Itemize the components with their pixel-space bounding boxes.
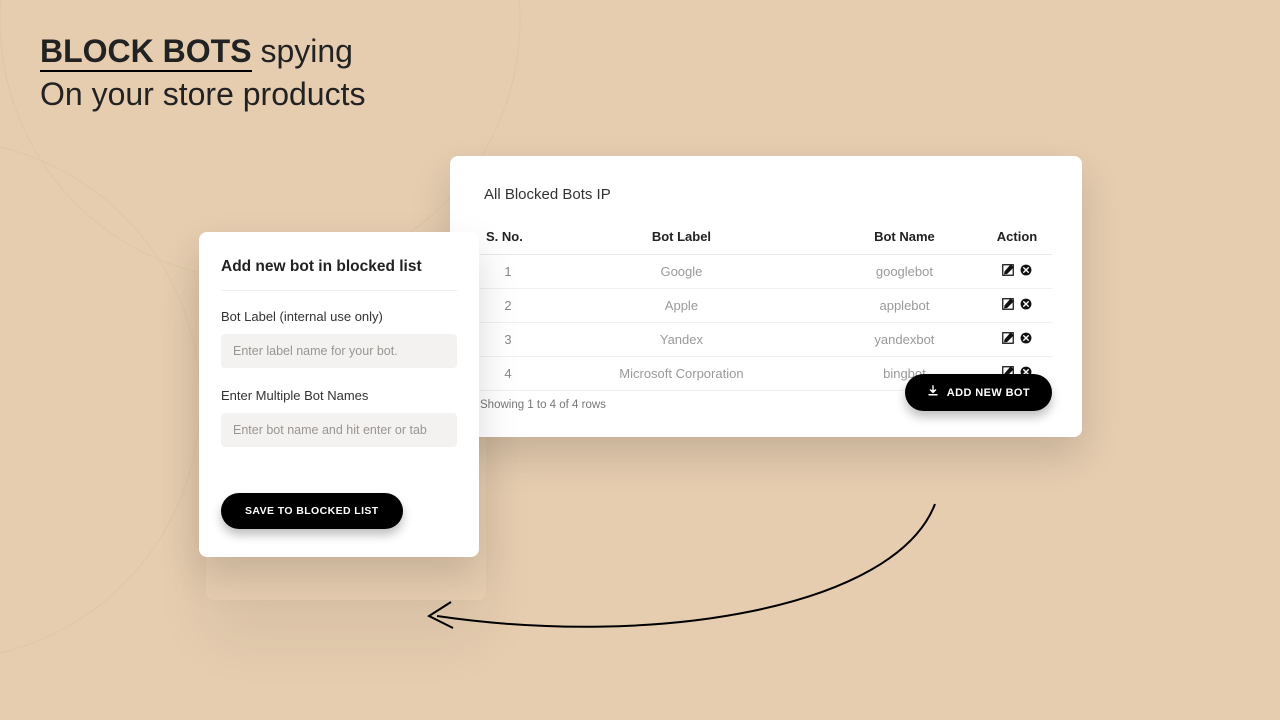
cell-actions <box>982 289 1052 323</box>
col-bot-label: Bot Label <box>536 221 827 255</box>
col-action: Action <box>982 221 1052 255</box>
form-title: Add new bot in blocked list <box>221 258 457 291</box>
cell-sno: 3 <box>480 323 536 357</box>
col-bot-name: Bot Name <box>827 221 982 255</box>
bot-names-label: Enter Multiple Bot Names <box>221 388 457 403</box>
list-title: All Blocked Bots IP <box>484 186 1052 203</box>
add-new-bot-button[interactable]: ADD NEW BOT <box>905 374 1052 411</box>
col-sno: S. No. <box>480 221 536 255</box>
cell-actions <box>982 255 1052 289</box>
cell-bot-name: googlebot <box>827 255 982 289</box>
edit-icon[interactable] <box>1001 331 1015 345</box>
download-icon <box>927 385 939 400</box>
save-to-blocked-list-button[interactable]: SAVE TO BLOCKED LIST <box>221 493 403 529</box>
headline-rest: spying <box>252 33 353 69</box>
edit-icon[interactable] <box>1001 263 1015 277</box>
table-row: 1Googlegooglebot <box>480 255 1052 289</box>
save-button-label: SAVE TO BLOCKED LIST <box>245 505 379 517</box>
headline-bold: BLOCK BOTS <box>40 33 252 72</box>
bot-names-input[interactable] <box>221 413 457 447</box>
pointer-arrow <box>415 498 975 658</box>
delete-icon[interactable] <box>1019 263 1033 277</box>
cell-sno: 4 <box>480 357 536 391</box>
cell-bot-label: Google <box>536 255 827 289</box>
cell-bot-label: Apple <box>536 289 827 323</box>
cell-sno: 1 <box>480 255 536 289</box>
cell-bot-name: yandexbot <box>827 323 982 357</box>
bot-label-label: Bot Label (internal use only) <box>221 309 457 324</box>
delete-icon[interactable] <box>1019 331 1033 345</box>
edit-icon[interactable] <box>1001 297 1015 311</box>
add-bot-form-card: Add new bot in blocked list Bot Label (i… <box>199 232 479 557</box>
blocked-bots-list-card: All Blocked Bots IP S. No. Bot Label Bot… <box>450 156 1082 437</box>
cell-bot-label: Microsoft Corporation <box>536 357 827 391</box>
cell-bot-name: applebot <box>827 289 982 323</box>
cell-sno: 2 <box>480 289 536 323</box>
add-new-bot-label: ADD NEW BOT <box>947 387 1030 399</box>
blocked-bots-table: S. No. Bot Label Bot Name Action 1Google… <box>480 221 1052 391</box>
bot-label-input[interactable] <box>221 334 457 368</box>
cell-bot-label: Yandex <box>536 323 827 357</box>
table-row: 2Appleapplebot <box>480 289 1052 323</box>
page-headline: BLOCK BOTS spying On your store products <box>40 30 365 116</box>
headline-line2: On your store products <box>40 76 365 112</box>
table-row: 3Yandexyandexbot <box>480 323 1052 357</box>
cell-actions <box>982 323 1052 357</box>
delete-icon[interactable] <box>1019 297 1033 311</box>
